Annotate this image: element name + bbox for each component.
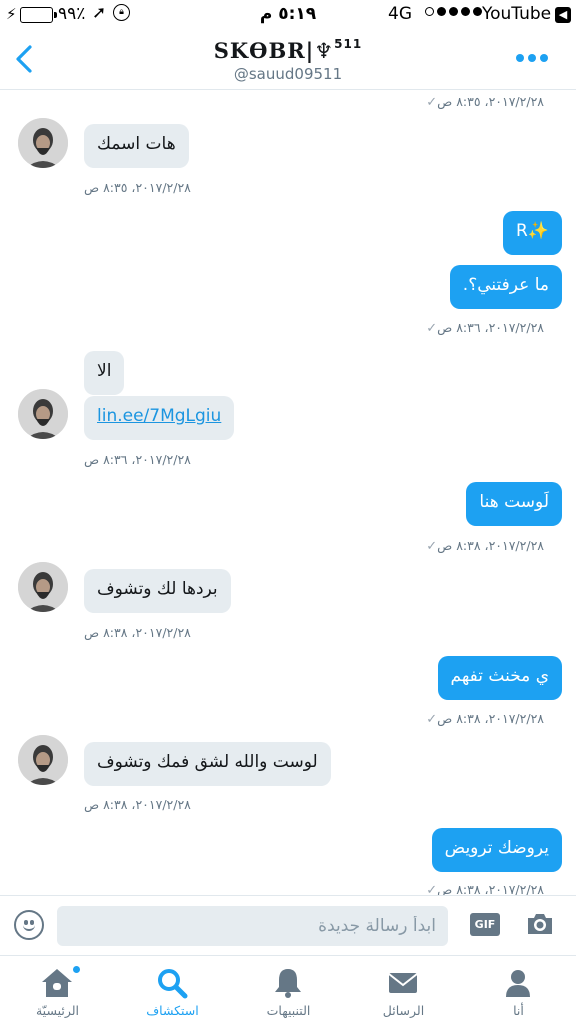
tab-me[interactable]: أنا — [461, 956, 576, 1024]
tab-label: التنبيهات — [266, 1003, 311, 1018]
person-icon — [506, 970, 530, 997]
message-timestamp: ٢٠١٧/٢/٢٨، ٨:٣٨ ص — [84, 625, 191, 640]
avatar[interactable] — [18, 562, 68, 612]
envelope-icon — [388, 973, 418, 993]
read-check-icon: ✓ — [426, 95, 438, 110]
message-composer: GIF — [0, 895, 576, 955]
message-timestamp: ٢٠١٧/٢/٢٨، ٨:٣٦ ص — [84, 452, 191, 467]
more-options-icon[interactable] — [516, 54, 548, 62]
user-handle: @sauud09511 — [233, 65, 343, 83]
tab-messages[interactable]: الرسائل — [346, 956, 461, 1024]
conversation-header: SKϴBR|♆511 @sauud09511 — [0, 30, 576, 90]
message-timestamp: ٢٠١٧/٢/٢٨، ٨:٣٥ ص — [84, 180, 191, 195]
display-name-suffix: 511 — [334, 37, 363, 51]
camera-icon[interactable] — [525, 909, 555, 939]
message-timestamp: ٢٠١٧/٢/٢٨، ٨:٣٨ ص✓ — [426, 711, 544, 727]
message-timestamp: ٢٠١٧/٢/٢٨، ٨:٣٨ ص✓ — [426, 538, 544, 554]
tab-bar: أنا الرسائل التنبيهات استكشاف الرئيسيّة — [0, 955, 576, 1024]
outgoing-message-bubble[interactable]: ي مخنث تفهم — [437, 656, 562, 700]
incoming-message-bubble[interactable]: الا — [84, 351, 125, 395]
outgoing-message-bubble[interactable]: يروضك ترويض — [431, 828, 562, 872]
back-to-app-icon[interactable]: ◀ — [555, 7, 571, 23]
read-check-icon: ✓ — [426, 539, 438, 554]
link-message-bubble[interactable]: lin.ee/7MgLgiu — [84, 396, 235, 440]
avatar[interactable] — [18, 389, 68, 439]
incoming-message-bubble[interactable]: هات اسمك — [84, 124, 189, 168]
avatar[interactable] — [18, 735, 68, 785]
bell-icon — [275, 969, 301, 998]
read-check-icon: ✓ — [426, 321, 438, 336]
tab-explore[interactable]: استكشاف — [115, 956, 230, 1024]
avatar[interactable] — [18, 118, 68, 168]
message-timestamp: ٢٠١٧/٢/٢٨، ٨:٣٨ ص — [84, 797, 191, 812]
tab-label: الرئيسيّة — [35, 1003, 80, 1018]
outgoing-message-bubble[interactable]: لَوست هنا — [466, 482, 562, 526]
conversation-title[interactable]: SKϴBR|♆511 — [0, 37, 576, 63]
message-thread[interactable]: ٢٠١٧/٢/٢٨، ٨:٣٥ ص✓ هات اسمك ٢٠١٧/٢/٢٨، ٨… — [0, 91, 576, 895]
message-timestamp: ٢٠١٧/٢/٢٨، ٨:٣٨ ص✓ — [422, 882, 544, 895]
read-check-icon: ✓ — [426, 712, 438, 727]
tab-home[interactable]: الرئيسيّة — [0, 956, 115, 1024]
status-bar: ⚡ ٩٩٪ ➚ 🔒︎ ٥:١٩ م 4G YouTube ◀ — [0, 0, 576, 30]
incoming-message-bubble[interactable]: بردها لك وتشوف — [84, 569, 231, 613]
message-input[interactable] — [57, 906, 448, 946]
gif-button[interactable]: GIF — [470, 913, 500, 936]
message-timestamp: ٢٠١٧/٢/٢٨، ٨:٣٦ ص✓ — [426, 320, 544, 336]
message-timestamp: ٢٠١٧/٢/٢٨، ٨:٣٥ ص✓ — [426, 94, 544, 110]
search-icon — [158, 969, 188, 999]
tab-label: أنا — [513, 1003, 524, 1018]
tab-label: الرسائل — [382, 1003, 425, 1018]
emoji-icon[interactable] — [14, 910, 44, 940]
tab-notifications[interactable]: التنبيهات — [231, 956, 346, 1024]
network-type: 4G — [388, 4, 412, 24]
outgoing-message-bubble[interactable]: R✨ — [503, 211, 562, 255]
read-check-icon: ✓ — [426, 883, 438, 895]
incoming-message-bubble[interactable]: لوست والله لشق فمك وتشوف — [84, 742, 331, 786]
notification-badge — [72, 965, 81, 974]
home-icon — [42, 969, 72, 997]
outgoing-message-bubble[interactable]: ما عرفتني؟. — [449, 265, 562, 309]
back-to-app-link[interactable]: YouTube — [482, 4, 551, 24]
tab-label: استكشاف — [146, 1003, 199, 1018]
signal-strength-icon — [425, 7, 482, 16]
display-name: SKϴBR|♆ — [213, 38, 335, 63]
